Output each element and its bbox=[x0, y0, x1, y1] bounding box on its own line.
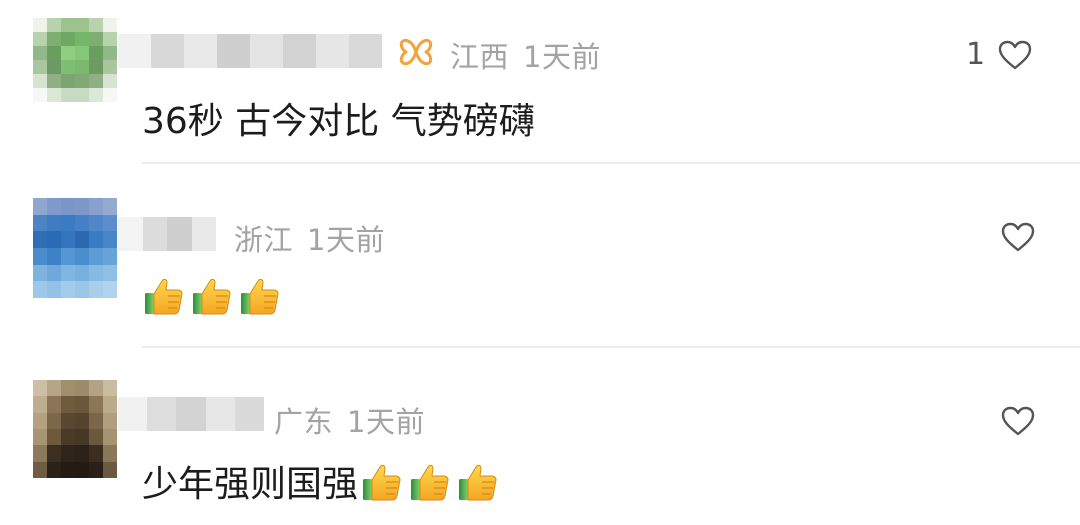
comment-location: 广东 bbox=[274, 405, 334, 439]
heart-outline-icon[interactable] bbox=[1000, 405, 1036, 437]
thumbs-up-emoji-icon bbox=[238, 273, 282, 317]
comment-text-row: 少年强则国强 bbox=[142, 455, 500, 507]
comment-meta: 浙江 1天前 bbox=[234, 217, 385, 259]
user-avatar[interactable] bbox=[33, 18, 117, 102]
heart-outline-icon[interactable] bbox=[997, 39, 1033, 71]
comment-meta: 广东 1天前 bbox=[274, 399, 425, 441]
comment-time: 1天前 bbox=[347, 405, 425, 439]
blurred-username[interactable] bbox=[118, 397, 265, 431]
comment-text: 少年强则国强 bbox=[142, 464, 359, 505]
comment-emoji-row bbox=[360, 459, 500, 503]
comment-emoji-row bbox=[142, 273, 282, 317]
comment-location: 浙江 bbox=[234, 223, 294, 257]
thumbs-up-emoji-icon bbox=[408, 459, 452, 503]
comment-time: 1天前 bbox=[307, 223, 385, 257]
heart-outline-icon[interactable] bbox=[1000, 221, 1036, 253]
like-count: 1 bbox=[966, 37, 986, 72]
butterfly-badge-icon bbox=[399, 38, 433, 66]
comment-time: 1天前 bbox=[523, 40, 601, 74]
like-button[interactable] bbox=[1000, 221, 1036, 253]
comment-meta: 江西 1天前 bbox=[450, 34, 601, 76]
thumbs-up-emoji-icon bbox=[360, 459, 404, 503]
blurred-username[interactable] bbox=[118, 34, 382, 68]
comment-item: 广东 1天前 少年强则国强 bbox=[0, 347, 1080, 525]
user-avatar[interactable] bbox=[33, 380, 117, 478]
like-button[interactable] bbox=[1000, 405, 1036, 437]
blurred-username[interactable] bbox=[118, 217, 216, 251]
thumbs-up-emoji-icon bbox=[142, 273, 186, 317]
user-avatar[interactable] bbox=[33, 198, 117, 298]
thumbs-up-emoji-icon bbox=[190, 273, 234, 317]
comment-item: 江西 1天前 36秒 古今对比 气势磅礴 1 bbox=[0, 0, 1080, 163]
like-button[interactable]: 1 bbox=[966, 37, 1033, 72]
comment-location: 江西 bbox=[450, 40, 510, 74]
thumbs-up-emoji-icon bbox=[456, 459, 500, 503]
comment-item: 浙江 1天前 bbox=[0, 163, 1080, 347]
comment-text: 36秒 古今对比 气势磅礴 bbox=[142, 101, 535, 142]
